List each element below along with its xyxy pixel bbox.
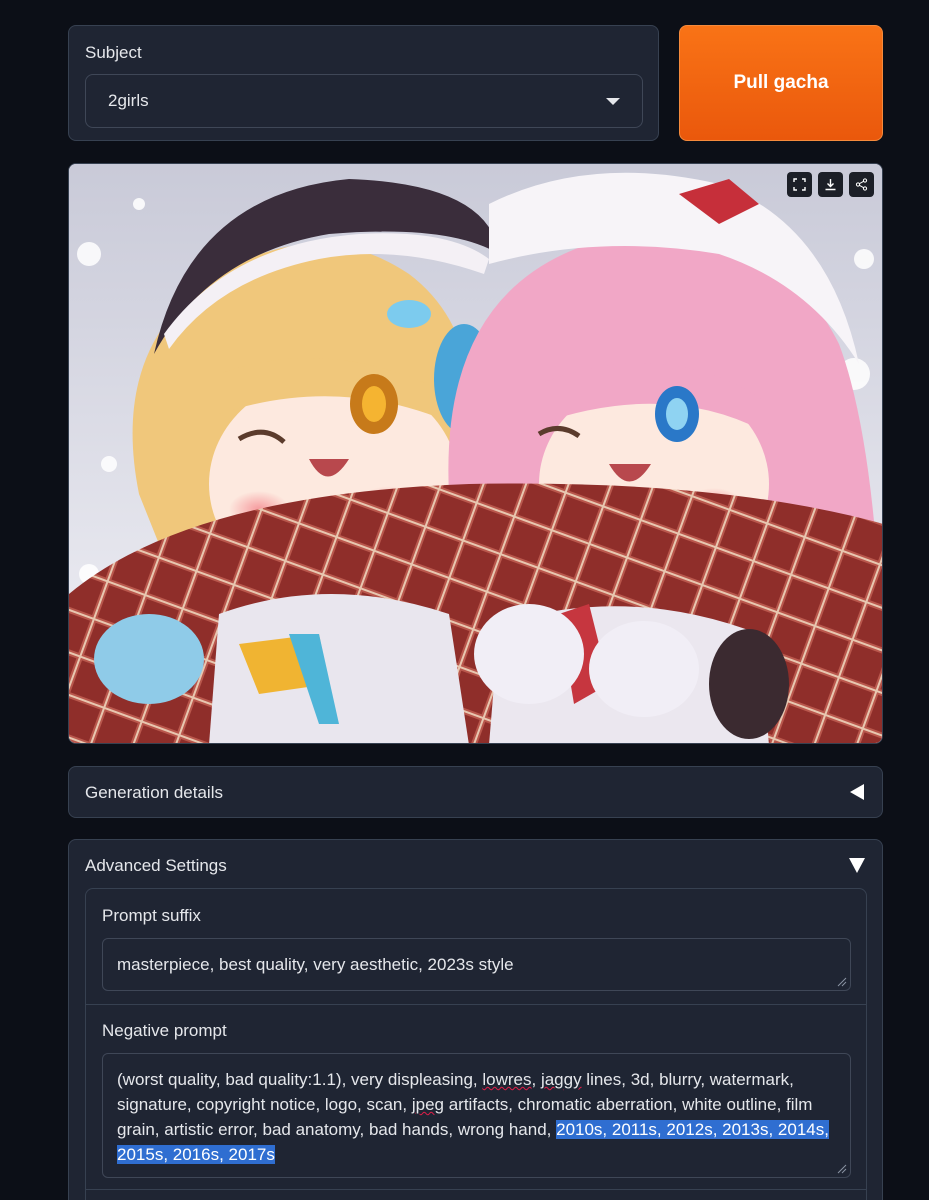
chevron-down-icon (606, 97, 620, 105)
prompt-suffix-label: Prompt suffix (102, 906, 201, 925)
collapsed-triangle-icon (850, 784, 864, 800)
advanced-settings-header[interactable]: Advanced Settings (69, 840, 882, 890)
resize-handle-icon[interactable] (835, 975, 847, 987)
share-icon[interactable] (849, 172, 874, 197)
spellcheck-word: lowres (482, 1070, 532, 1089)
generation-details-label: Generation details (85, 783, 223, 802)
divider (86, 1189, 866, 1190)
spellcheck-word: jpeg (411, 1095, 444, 1114)
expanded-triangle-icon (849, 858, 865, 873)
divider (86, 1004, 866, 1005)
subject-panel: Subject 2girls (68, 25, 659, 141)
advanced-settings-body: Prompt suffix masterpiece, best quality,… (85, 888, 867, 1200)
advanced-settings-label: Advanced Settings (85, 856, 227, 875)
prompt-suffix-input[interactable]: masterpiece, best quality, very aestheti… (102, 938, 851, 991)
download-icon[interactable] (818, 172, 843, 197)
generated-image-panel (68, 163, 883, 744)
subject-dropdown[interactable]: 2girls (85, 74, 643, 128)
fullscreen-icon[interactable] (787, 172, 812, 197)
advanced-settings-accordion: Advanced Settings Prompt suffix masterpi… (68, 839, 883, 1200)
negative-prompt-text: (worst quality, bad quality:1.1), very d… (117, 1070, 829, 1164)
spellcheck-word: jaggy (540, 1070, 582, 1089)
pull-gacha-button[interactable]: Pull gacha (679, 25, 883, 141)
subject-label: Subject (85, 43, 142, 62)
prompt-suffix-value: masterpiece, best quality, very aestheti… (117, 955, 514, 974)
negative-prompt-label: Negative prompt (102, 1021, 227, 1040)
subject-selected-value: 2girls (108, 91, 149, 110)
generated-image (69, 164, 882, 743)
resize-handle-icon[interactable] (835, 1162, 847, 1174)
negative-prompt-input[interactable]: (worst quality, bad quality:1.1), very d… (102, 1053, 851, 1178)
generation-details-accordion[interactable]: Generation details (68, 766, 883, 818)
